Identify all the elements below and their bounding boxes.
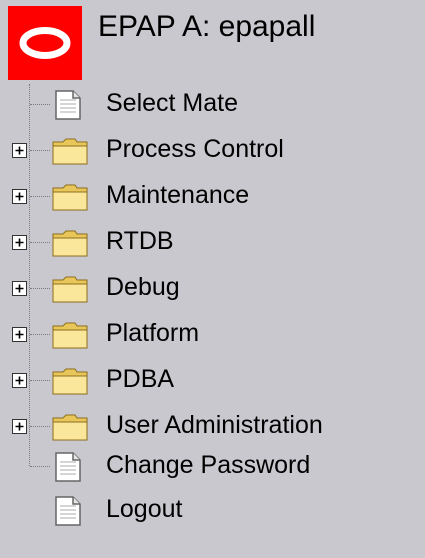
expand-plus-icon[interactable] xyxy=(12,281,27,296)
folder-icon xyxy=(52,414,88,441)
page-icon xyxy=(55,90,81,120)
tree-connector xyxy=(30,242,50,243)
folder-icon xyxy=(52,184,88,211)
expand-plus-icon[interactable] xyxy=(12,235,27,250)
tree-connector xyxy=(30,104,50,105)
menu-item-logout[interactable]: Logout xyxy=(0,490,425,530)
expand-plus-icon[interactable] xyxy=(12,327,27,342)
menu-item-label: User Administration xyxy=(106,411,323,439)
folder-icon xyxy=(52,138,88,165)
menu-item-pdba[interactable]: PDBA xyxy=(0,360,425,400)
menu-item-label: Select Mate xyxy=(106,89,239,117)
menu-item-label: Debug xyxy=(106,273,180,301)
menu-item-label: Change Password xyxy=(106,451,311,479)
page-icon xyxy=(55,452,81,482)
tree-connector xyxy=(30,334,50,335)
folder-icon xyxy=(52,230,88,257)
expand-plus-icon[interactable] xyxy=(12,373,27,388)
app-title: EPAP A: epapall xyxy=(98,10,316,43)
folder-icon xyxy=(52,322,88,349)
menu-item-maintenance[interactable]: Maintenance xyxy=(0,176,425,216)
expand-plus-icon[interactable] xyxy=(12,189,27,204)
tree-connector xyxy=(30,288,50,289)
expand-plus-icon[interactable] xyxy=(12,143,27,158)
menu-item-label: Platform xyxy=(106,319,200,347)
page-icon xyxy=(55,496,81,526)
menu-item-select-mate[interactable]: Select Mate xyxy=(0,84,425,124)
menu-item-label: RTDB xyxy=(106,227,174,255)
tree-connector xyxy=(30,466,50,467)
menu-item-user-administration[interactable]: User Administration xyxy=(0,406,425,446)
tree-connector xyxy=(30,380,50,381)
menu-item-label: Maintenance xyxy=(106,181,250,209)
oracle-logo-icon xyxy=(8,6,82,80)
tree-connector xyxy=(30,196,50,197)
menu-item-label: PDBA xyxy=(106,365,175,393)
menu-item-rtdb[interactable]: RTDB xyxy=(0,222,425,262)
tree-connector xyxy=(30,426,50,427)
folder-icon xyxy=(52,368,88,395)
menu-item-change-password[interactable]: Change Password xyxy=(0,446,425,486)
tree-connector xyxy=(30,150,50,151)
menu-item-process-control[interactable]: Process Control xyxy=(0,130,425,170)
menu-item-label: Process Control xyxy=(106,135,284,163)
expand-plus-icon[interactable] xyxy=(12,419,27,434)
menu-item-debug[interactable]: Debug xyxy=(0,268,425,308)
header: EPAP A: epapall xyxy=(0,0,425,80)
menu-item-label: Logout xyxy=(106,495,183,523)
folder-icon xyxy=(52,276,88,303)
menu-item-platform[interactable]: Platform xyxy=(0,314,425,354)
